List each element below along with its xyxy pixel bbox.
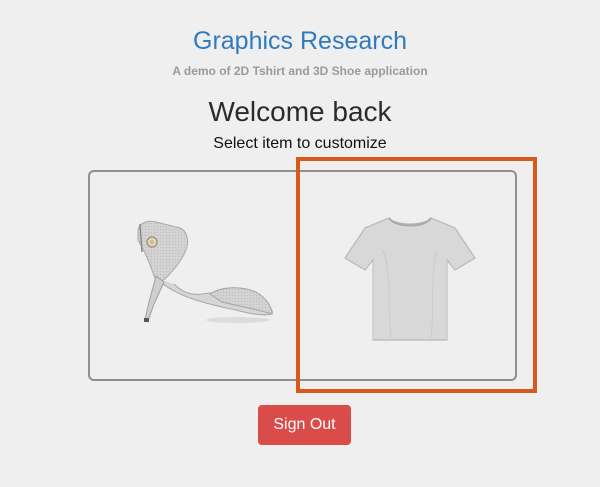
sign-out-button[interactable]: Sign Out — [258, 405, 351, 445]
tagline: A demo of 2D Tshirt and 3D Shoe applicat… — [172, 64, 428, 78]
shoe-image — [137, 220, 273, 323]
brand-title: Graphics Research — [193, 27, 407, 55]
selection-highlight — [296, 157, 537, 393]
shoe-item[interactable] — [126, 210, 276, 330]
welcome-heading: Welcome back — [208, 96, 392, 127]
select-prompt: Select item to customize — [213, 135, 387, 152]
